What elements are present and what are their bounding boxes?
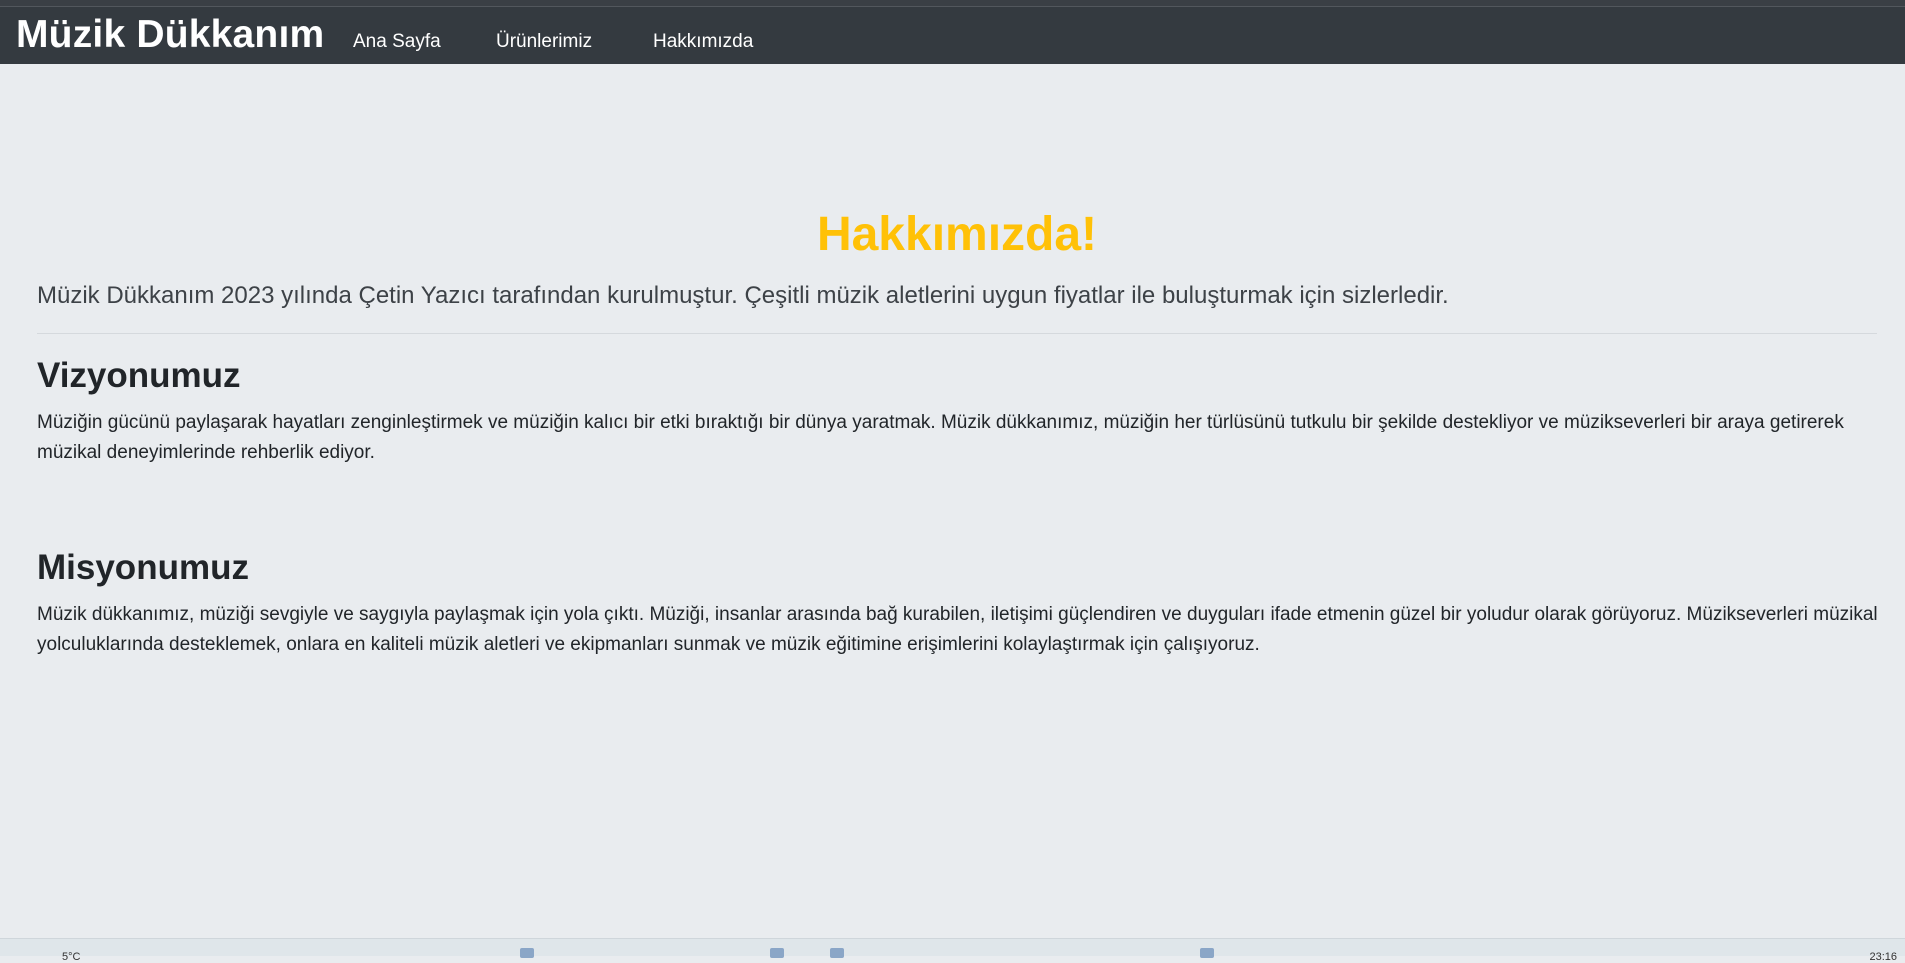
weather-widget[interactable]: 5°C <box>62 951 80 963</box>
brand-logo[interactable]: Müzik Dükkanım <box>16 13 324 57</box>
mission-heading: Misyonumuz <box>37 548 249 587</box>
vision-heading: Vizyonumuz <box>37 356 241 395</box>
clock-widget[interactable]: 23:16 <box>1869 951 1897 963</box>
main-navbar: Müzik Dükkanım Ana Sayfa Ürünlerimiz Hak… <box>0 7 1905 64</box>
folder-icon[interactable] <box>830 948 844 958</box>
start-icon[interactable] <box>520 948 534 958</box>
section-divider <box>37 333 1877 334</box>
browser-icon[interactable] <box>770 948 784 958</box>
page-title: Hakkımızda! <box>816 208 1098 261</box>
windows-taskbar: 5°C 23:16 <box>0 938 1905 963</box>
code-editor-icon[interactable] <box>1200 948 1214 958</box>
nav-link-products[interactable]: Ürünlerimiz <box>496 31 592 53</box>
nav-link-about[interactable]: Hakkımızda <box>653 31 753 53</box>
vision-text: Müziğin gücünü paylaşarak hayatları zeng… <box>37 412 1844 463</box>
mission-text: Müzik dükkanımız, müziği sevgiyle ve say… <box>37 604 1878 655</box>
nav-link-home[interactable]: Ana Sayfa <box>353 31 441 53</box>
browser-top-strip <box>0 0 1905 7</box>
intro-lead: Müzik Dükkanım 2023 yılında Çetin Yazıcı… <box>37 282 1449 309</box>
